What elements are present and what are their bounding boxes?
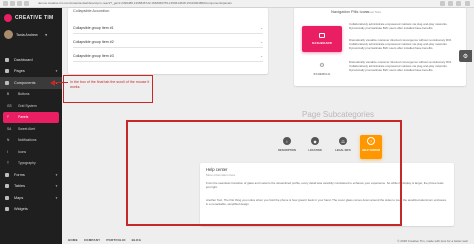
sidebar-item-notifications[interactable]: N Notifications	[0, 135, 62, 147]
widgets-icon	[5, 207, 9, 212]
sidebar-item-label: Maps	[14, 195, 24, 200]
image-icon	[5, 69, 9, 74]
user-name: Tania Andrew	[16, 32, 38, 37]
footer-link-company[interactable]: COMPANY	[84, 238, 101, 242]
sidebar-item-abbr: P	[7, 115, 10, 120]
home-icon[interactable]	[24, 1, 29, 6]
sidebar-item-sweet-alert[interactable]: SA Sweet Alert	[0, 123, 62, 135]
sidebar-item-label: Forms	[14, 172, 25, 177]
sidebar-item-label: Widgets	[14, 207, 28, 212]
accordion-item[interactable]: Collapsible group Item #3 ⌄	[73, 50, 263, 62]
nav-pills-paragraph: Dramatically visualize customer directed…	[349, 60, 452, 73]
sidebar-item-label: Typography	[18, 161, 36, 166]
caret-down-icon: ▼	[44, 32, 48, 37]
sidebar-item-abbr: GS	[7, 103, 12, 108]
footer-link-home[interactable]: HOME	[68, 238, 78, 242]
sidebar-item-pages[interactable]: Pages ▼	[0, 66, 62, 78]
nav-pills-paragraph: Collaboratively administrate empowered m…	[349, 22, 448, 31]
sidebar-item-label: Icons	[18, 149, 27, 154]
chevron-down-icon: ⌄	[260, 39, 263, 44]
accordion-item-label: Collapsible group Item #1	[73, 25, 114, 30]
annotation-text: In the box of the final tab the scroll o…	[70, 80, 150, 89]
content-paste-icon	[5, 172, 9, 177]
grid-on-icon	[5, 184, 9, 189]
accordion-card: Collapsible Accordion Collapsible group …	[68, 8, 268, 74]
address-bar[interactable]: demos.creative-tim.com/material-dashboar…	[38, 1, 356, 6]
back-icon[interactable]	[3, 1, 8, 6]
tab-dashboard[interactable]: DASHBOARD	[302, 26, 342, 52]
sidebar-item-label: Grid System	[18, 103, 37, 108]
sidebar-item-label: Panels	[18, 115, 29, 120]
brand-name: CREATIVE TIM	[15, 15, 54, 21]
annotation-arrow-head	[50, 79, 55, 86]
dashboard-icon	[5, 57, 9, 62]
reload-icon[interactable]	[17, 1, 22, 6]
sidebar-item-abbr: B	[7, 92, 10, 97]
footer-link-portfolio[interactable]: PORTFOLIO	[106, 238, 125, 242]
gear-icon: ⚙	[462, 53, 469, 60]
place-icon	[5, 195, 9, 200]
caret-down-icon: ▼	[55, 184, 58, 189]
sidebar-item-label: Dashboard	[14, 57, 33, 62]
brand-logo-icon	[4, 14, 12, 22]
avatar	[4, 30, 13, 39]
user-menu[interactable]: Tania Andrew ▼	[4, 30, 48, 39]
sidebar-item-abbr: I	[7, 149, 8, 154]
sidebar-item-label: Sweet Alert	[18, 126, 36, 131]
copyright: © 2018 Creative Tim, made with love for …	[397, 238, 468, 243]
extension-icon[interactable]	[448, 1, 453, 6]
sidebar-item-tables[interactable]: Tables ▼	[0, 181, 62, 193]
page-subcategories-title: Page Subcategories	[302, 110, 375, 119]
nav-pills-subtitle: Vertical Tabs	[364, 9, 381, 14]
accordion-item-label: Collapsible group Item #2	[73, 39, 114, 44]
sidebar-item-abbr: N	[7, 138, 10, 143]
menu-icon[interactable]	[465, 1, 470, 6]
sidebar-item-label: Pages	[14, 69, 25, 74]
schedule-icon: ⚙	[319, 63, 325, 69]
footer-link-blog[interactable]: BLOG	[132, 238, 141, 242]
apps-icon	[5, 80, 9, 85]
sidebar-item-typography[interactable]: T Typography	[0, 158, 62, 170]
sidebar-item-label: Notifications	[18, 138, 37, 143]
dashboard-icon	[319, 33, 325, 38]
navigation-pills-card: Navigation Pills Icons Vertical Tabs DAS…	[294, 8, 466, 86]
accordion-item[interactable]: Collapsible group Item #2 ⌄	[73, 36, 263, 48]
caret-down-icon: ▼	[55, 195, 58, 200]
nav-pills-paragraph: Dramatically visualize customer directed…	[349, 38, 452, 51]
settings-fab[interactable]: ⚙	[459, 50, 472, 62]
sidebar-item-dashboard[interactable]: Dashboard	[0, 54, 62, 66]
browser-bar: demos.creative-tim.com/material-dashboar…	[0, 0, 474, 8]
sidebar-item-abbr: T	[7, 161, 9, 166]
footer: HOME COMPANY PORTFOLIO BLOG © 2018 Creat…	[62, 236, 474, 244]
sidebar-item-grid-system[interactable]: GS Grid System	[0, 100, 62, 112]
chevron-down-icon: ⌄	[260, 25, 263, 30]
sidebar-item-abbr: SA	[7, 126, 12, 131]
tab-schedule[interactable]: ⚙ SCHEDULE	[302, 58, 342, 80]
accordion-item[interactable]: Collapsible group Item #1 ⌄	[73, 22, 263, 34]
highlight-box	[126, 120, 402, 226]
accordion-title: Collapsible Accordion	[73, 9, 110, 13]
annotation-arrow	[54, 82, 68, 84]
profile-icon[interactable]	[456, 1, 461, 6]
star-icon[interactable]	[440, 1, 445, 6]
sidebar: CREATIVE TIM Tania Andrew ▼ Dashboard Pag…	[0, 8, 62, 244]
forward-icon[interactable]	[10, 1, 15, 6]
sidebar-item-label: Components	[14, 80, 36, 85]
brand[interactable]: CREATIVE TIM	[4, 13, 54, 23]
sidebar-item-forms[interactable]: Forms ▼	[0, 169, 62, 181]
sidebar-item-panels[interactable]: P Panels	[3, 111, 59, 123]
tab-dashboard-label: DASHBOARD	[312, 41, 332, 45]
sidebar-item-label: Tables	[14, 184, 25, 189]
sidebar-item-maps[interactable]: Maps ▼	[0, 192, 62, 204]
sidebar-nav: Dashboard Pages ▼ Components ▼ B Buttons GS Grid…	[0, 54, 62, 215]
sidebar-item-label: Buttons	[18, 92, 30, 97]
sidebar-item-icons[interactable]: I Icons	[0, 146, 62, 158]
sidebar-item-buttons[interactable]: B Buttons	[0, 89, 62, 101]
chevron-down-icon: ⌄	[260, 53, 263, 58]
caret-down-icon: ▼	[55, 69, 58, 74]
accordion-item-label: Collapsible group Item #3	[73, 53, 114, 58]
tab-schedule-label: SCHEDULE	[313, 72, 331, 76]
caret-down-icon: ▼	[55, 172, 58, 177]
sidebar-item-widgets[interactable]: Widgets	[0, 204, 62, 216]
